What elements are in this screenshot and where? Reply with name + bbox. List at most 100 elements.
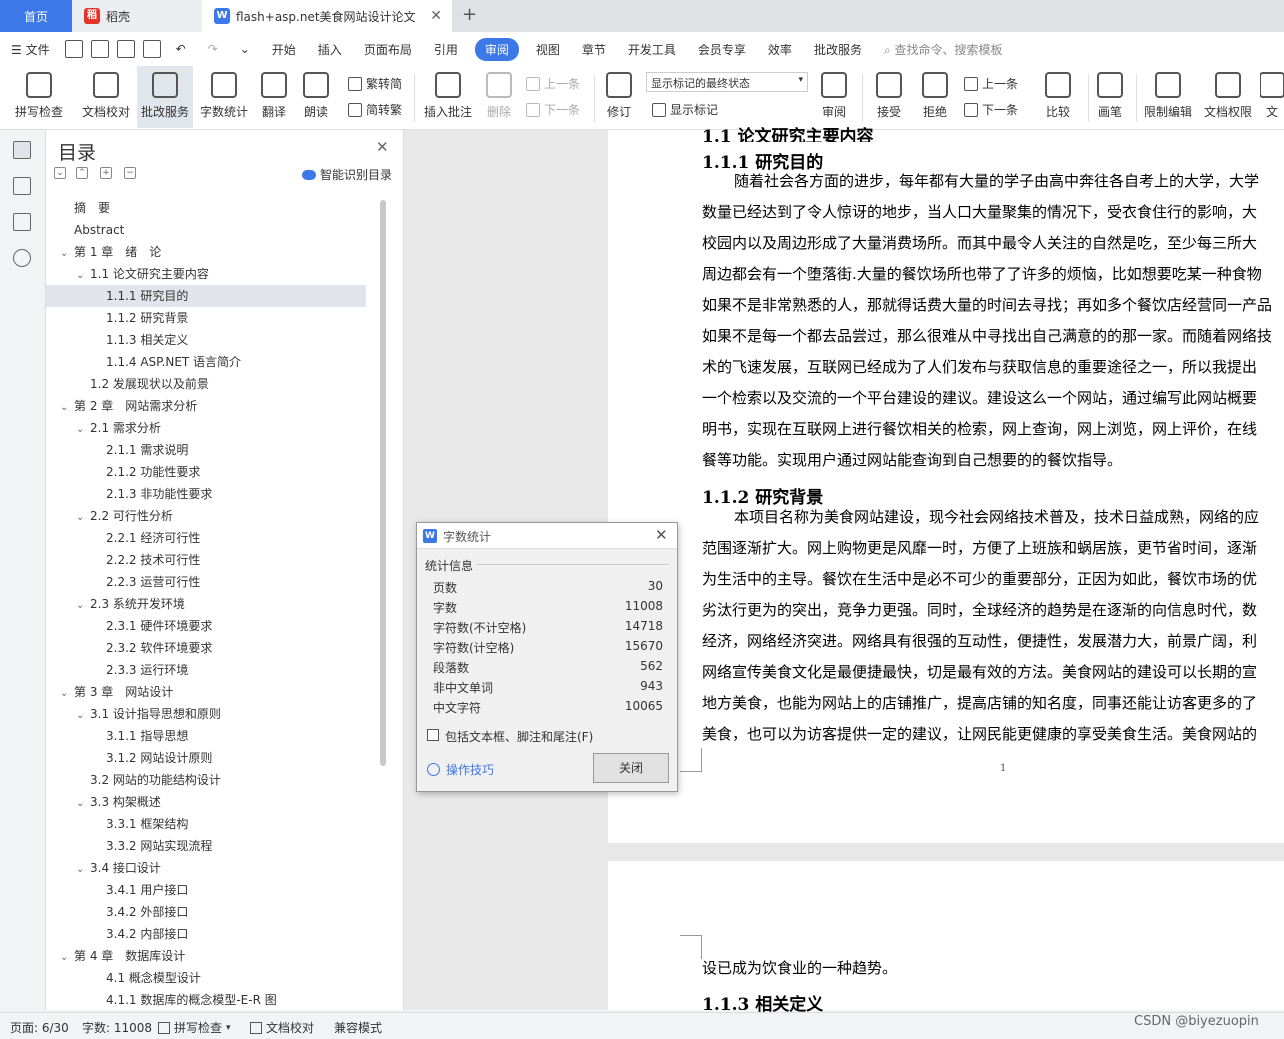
tab-document[interactable]: W flash+asp.net美食网站设计论文 ✕ [202, 0, 452, 32]
spell-check-toggle[interactable]: 拼写检查 ▾ [158, 1019, 231, 1036]
toc-item[interactable]: 3.4.2 外部接口 [46, 901, 366, 923]
toc-item[interactable]: ⌄ 第 4 章 数据库设计 [46, 945, 366, 967]
chevron-down-icon[interactable]: ⌄ [76, 507, 90, 529]
menu-item[interactable]: 视图 [525, 41, 571, 58]
collapse-all-icon[interactable]: ⌄ [54, 167, 66, 179]
chevron-down-icon[interactable]: ⌄ [60, 243, 74, 265]
chevron-down-icon[interactable]: ⌄ [76, 859, 90, 881]
word-count-button[interactable]: 字数统计 [196, 66, 252, 128]
read-aloud-button[interactable]: 朗读 [298, 66, 334, 128]
chevron-down-icon[interactable]: ⌄ [60, 397, 74, 419]
translate-button[interactable]: 翻译 [256, 66, 292, 128]
toc-item[interactable]: ⌄ 3.1 设计指导思想和原则 [46, 703, 366, 725]
toc-item[interactable]: Abstract [46, 219, 366, 241]
menu-item[interactable]: 页面布局 [353, 41, 423, 58]
toc-item[interactable]: 1.1.1 研究目的 [46, 285, 366, 307]
toc-item[interactable]: 3.4.1 用户接口 [46, 879, 366, 901]
toc-item[interactable]: ⌄ 第 3 章 网站设计 [46, 681, 366, 703]
chevron-down-icon[interactable]: ⌄ [60, 947, 74, 969]
toc-item[interactable]: 摘 要 [46, 197, 366, 219]
simp-to-trad-button[interactable]: 简转繁 [348, 101, 402, 118]
include-textbox-checkbox[interactable] [427, 729, 439, 741]
menu-item[interactable]: 效率 [757, 41, 803, 58]
reject-button[interactable]: 拒绝 [914, 66, 956, 128]
chevron-down-icon[interactable]: ⌄ [76, 419, 90, 441]
chevron-down-icon[interactable]: ⌄ [76, 595, 90, 617]
restrict-edit-button[interactable]: 限制编辑 [1140, 66, 1196, 128]
more-chevron-icon[interactable]: ⌄ [229, 42, 261, 56]
toc-item[interactable]: 1.1.4 ASP.NET 语言简介 [46, 351, 366, 373]
menu-item[interactable]: 开始 [261, 41, 307, 58]
toc-item[interactable]: 2.3.3 运行环境 [46, 659, 366, 681]
doc-cut-button[interactable]: 文 [1260, 66, 1284, 128]
toc-item[interactable]: 2.2.1 经济可行性 [46, 527, 366, 549]
prev-change-button[interactable]: 上一条 [964, 75, 1018, 92]
export-icon[interactable] [90, 40, 109, 58]
file-menu[interactable]: ☰ 文件 [0, 41, 61, 58]
toc-item[interactable]: 2.1.1 需求说明 [46, 439, 366, 461]
proofread-button[interactable]: 文档校对 [76, 66, 136, 128]
include-textbox-label[interactable]: 包括文本框、脚注和尾注(F) [445, 728, 593, 745]
toc-item[interactable]: ⌄ 第 1 章 绪 论 [46, 241, 366, 263]
print-icon[interactable] [116, 40, 135, 58]
menu-item[interactable]: 引用 [423, 41, 469, 58]
toc-item[interactable]: 3.2 网站的功能结构设计 [46, 769, 366, 791]
close-button[interactable]: 关闭 [593, 753, 669, 783]
toc-item[interactable]: 2.2.2 技术可行性 [46, 549, 366, 571]
chevron-down-icon[interactable]: ⌄ [76, 265, 90, 287]
toc-item[interactable]: ⌄ 3.3 构架概述 [46, 791, 366, 813]
toc-item[interactable]: 2.3.1 硬件环境要求 [46, 615, 366, 637]
pen-button[interactable]: 画笔 [1092, 66, 1128, 128]
toc-item[interactable]: 3.3.1 框架结构 [46, 813, 366, 835]
expand-up-icon[interactable]: ⌃ [76, 167, 88, 179]
toc-item[interactable]: 4.1.1 数据库的概念模型-E-R 图 [46, 989, 366, 1010]
toc-item[interactable]: 1.1.3 相关定义 [46, 329, 366, 351]
toc-item[interactable]: ⌄ 第 2 章 网站需求分析 [46, 395, 366, 417]
next-comment-button[interactable]: 下一条 [526, 101, 580, 118]
toc-item[interactable]: 1.2 发展现状以及前景 [46, 373, 366, 395]
trad-to-simp-button[interactable]: 繁转简 [348, 75, 402, 92]
remove-level-icon[interactable]: − [124, 167, 136, 179]
close-icon[interactable]: ✕ [655, 526, 668, 544]
search-icon[interactable] [13, 249, 31, 267]
toc-item[interactable]: 3.1.2 网站设计原则 [46, 747, 366, 769]
next-change-button[interactable]: 下一条 [964, 101, 1018, 118]
page-indicator[interactable]: 页面: 6/30 [10, 1019, 69, 1036]
toc-scrollbar[interactable] [380, 200, 386, 766]
menu-item[interactable]: 批改服务 [803, 41, 873, 58]
menu-item[interactable]: 插入 [307, 41, 353, 58]
toc-item[interactable]: ⌄ 2.2 可行性分析 [46, 505, 366, 527]
spell-check-button[interactable]: 拼写检查 [6, 66, 72, 128]
review-pane-button[interactable]: 审阅 [814, 66, 854, 128]
toc-item[interactable]: ⌄ 3.4 接口设计 [46, 857, 366, 879]
toc-item[interactable]: ⌄ 2.1 需求分析 [46, 417, 366, 439]
close-tab-icon[interactable]: ✕ [430, 8, 442, 24]
delete-comment-button[interactable]: 删除 [480, 66, 518, 128]
toc-item[interactable]: ⌄ 2.3 系统开发环境 [46, 593, 366, 615]
insert-comment-button[interactable]: 插入批注 [420, 66, 476, 128]
toc-item[interactable]: 2.1.2 功能性要求 [46, 461, 366, 483]
toc-item[interactable]: 2.2.3 运营可行性 [46, 571, 366, 593]
chevron-down-icon[interactable]: ⌄ [76, 705, 90, 727]
proofread-toggle[interactable]: 文档校对 [250, 1019, 314, 1036]
markup-state-select[interactable]: 显示标记的最终状态 ▾ [646, 72, 808, 92]
undo-icon[interactable]: ↶ [165, 42, 197, 56]
chapter-icon[interactable] [13, 177, 31, 195]
chevron-down-icon[interactable]: ⌄ [76, 793, 90, 815]
toc-item[interactable]: 2.1.3 非功能性要求 [46, 483, 366, 505]
bookmark-icon[interactable] [13, 213, 31, 231]
tab-daoke[interactable]: 稻 稻壳 [72, 0, 202, 32]
toc-item[interactable]: 3.1.1 指导思想 [46, 725, 366, 747]
accept-button[interactable]: 接受 [868, 66, 910, 128]
save-icon[interactable] [64, 40, 83, 58]
correct-service-button[interactable]: 批改服务 [137, 66, 193, 128]
show-marks-button[interactable]: 显示标记 [652, 101, 718, 118]
toc-item[interactable]: 3.4.2 内部接口 [46, 923, 366, 945]
word-count-indicator[interactable]: 字数: 11008 [82, 1019, 152, 1036]
preview-icon[interactable] [142, 40, 161, 58]
menu-item[interactable]: 审阅 [474, 37, 519, 61]
document-page[interactable] [608, 861, 1284, 1010]
tips-link[interactable]: 操作技巧 [427, 761, 494, 778]
add-level-icon[interactable]: + [100, 167, 112, 179]
prev-comment-button[interactable]: 上一条 [526, 75, 580, 92]
